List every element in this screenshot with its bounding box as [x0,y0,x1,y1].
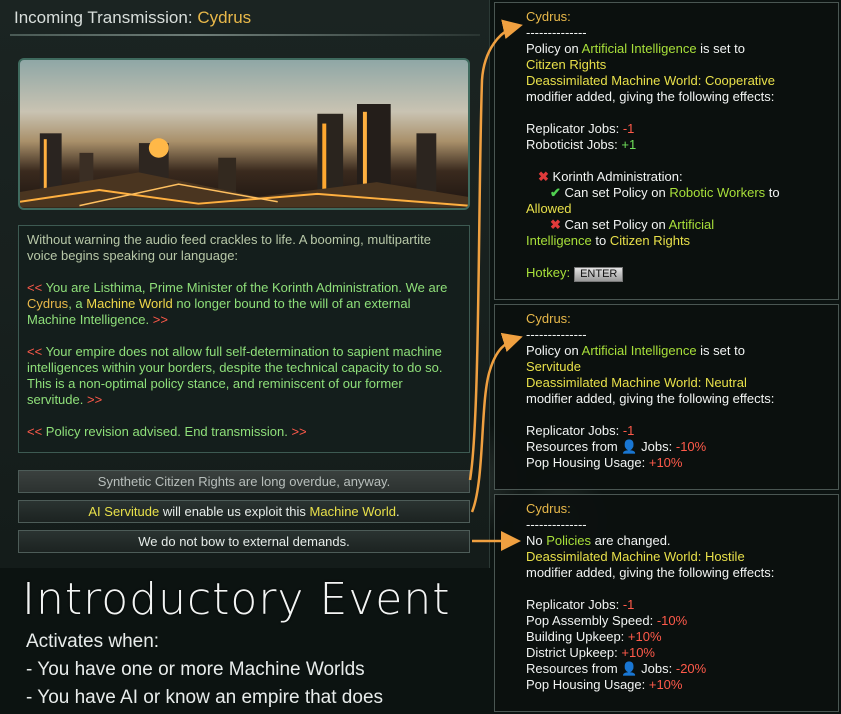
option-refuse-button[interactable]: We do not bow to external demands. [18,530,470,553]
tooltip-line: Policy on Artificial Intelligence is set… [526,41,745,56]
title-divider [10,34,480,36]
tooltip-line: Policy on Artificial Intelligence is set… [526,343,745,358]
tooltip-line: modifier added, giving the following eff… [526,565,775,580]
event-title: Incoming Transmission: Cydrus [14,8,251,28]
caption-line: - You have one or more Machine Worlds [26,659,365,680]
option-label: Synthetic Citizen Rights are long overdu… [97,474,391,489]
tooltip-cooperative: Cydrus: -------------- Policy on Artific… [494,2,839,300]
tooltip-modifier-name: Deassimilated Machine World: Cooperative [526,73,776,88]
tooltip-effect: Pop Assembly Speed: -10% [526,613,688,628]
text-segment: Policy revision advised. End transmissio… [42,424,292,439]
machine-world-term: Machine World [86,296,173,311]
tooltip-hostile: Cydrus: -------------- No Policies are c… [494,494,839,712]
quote-open: << [27,344,43,359]
caption-conditions: Activates when: - You have one or more M… [26,628,383,712]
quote-open: << [27,424,43,439]
option-label: will enable us exploit this [159,504,310,519]
quote-close: >> [152,312,168,327]
event-paragraph-4: << Policy revision advised. End transmis… [27,424,461,440]
tooltip-effect: Replicator Jobs: -1 [526,121,635,136]
tooltip-effect: Pop Housing Usage: +10% [526,677,683,692]
tooltip-neutral: Cydrus: -------------- Policy on Artific… [494,304,839,490]
tooltip-line: Servitude [526,359,581,374]
text-segment: You are Listhima, Prime Minister of the … [42,280,448,295]
option-label: We do not bow to external demands. [138,534,350,549]
tooltip-effect: Resources from 👤 Jobs: -10% [526,439,707,454]
tooltip-planet-name: Cydrus: [526,501,571,516]
enter-key-icon: ENTER [574,267,624,282]
tooltip-effect: Building Upkeep: +10% [526,629,662,644]
caption-line: - You have AI or know an empire that doe… [26,687,384,708]
event-window: Incoming Transmission: Cydrus Without wa… [0,0,490,568]
tooltip-divider: -------------- [526,327,587,342]
option-term: AI Servitude [88,504,160,519]
option-term: Machine World [309,504,396,519]
quote-close: >> [86,392,103,407]
pop-icon: 👤 [621,439,638,454]
cross-icon: ✖ [538,169,549,184]
tooltip-effect: Pop Housing Usage: +10% [526,455,683,470]
tooltip-line: Intelligence to Citizen Rights [526,233,691,248]
tooltip-condition: ✖ Korinth Administration: [538,169,683,184]
event-paragraph-1: Without warning the audio feed crackles … [27,232,431,263]
tooltip-condition: ✖ Can set Policy on Artificial [550,217,715,232]
tooltip-divider: -------------- [526,25,587,40]
option-ai-servitude-button[interactable]: AI Servitude will enable us exploit this… [18,500,470,523]
tooltip-effect: Replicator Jobs: -1 [526,423,635,438]
quote-open: << [27,280,43,295]
tooltip-effect: Replicator Jobs: -1 [526,597,635,612]
tooltip-divider: -------------- [526,517,587,532]
tooltip-effect: Resources from 👤 Jobs: -20% [526,661,707,676]
event-title-name: Cydrus [197,8,252,27]
tooltip-line: Allowed [526,201,572,216]
tooltip-planet-name: Cydrus: [526,311,571,326]
tooltip-line: Citizen Rights [526,57,607,72]
quote-close: >> [291,424,307,439]
event-description: Without warning the audio feed crackles … [18,225,470,453]
tooltip-line: No Policies are changed. [526,533,671,548]
planet-name: Cydrus [27,296,69,311]
tooltip-hotkey: Hotkey: ENTER [526,265,830,282]
event-paragraph-2: << You are Listhima, Prime Minister of t… [27,280,461,328]
tooltip-modifier-name: Deassimilated Machine World: Neutral [526,375,747,390]
tooltip-planet-name: Cydrus: [526,9,571,24]
cross-icon: ✖ [550,217,561,232]
caption-line: Activates when: [26,631,160,652]
tooltip-line: modifier added, giving the following eff… [526,89,775,104]
event-title-prefix: Incoming Transmission: [14,8,193,27]
caption-title: Introductory Event [22,574,451,625]
tooltip-condition: ✔ Can set Policy on Robotic Workers to [550,185,780,200]
text-segment: , a [68,296,87,311]
option-label: . [395,504,400,519]
tooltip-effect: Roboticist Jobs: +1 [526,137,637,152]
event-paragraph-3: << Your empire does not allow full self-… [27,344,461,408]
tooltip-line: modifier added, giving the following eff… [526,391,775,406]
check-icon: ✔ [550,185,561,200]
event-image [18,58,470,210]
tooltip-modifier-name: Deassimilated Machine World: Hostile [526,549,745,564]
tooltip-effect: District Upkeep: +10% [526,645,655,660]
pop-icon: 👤 [621,661,638,676]
machine-city-illustration [20,104,468,208]
option-citizen-rights-button[interactable]: Synthetic Citizen Rights are long overdu… [18,470,470,493]
